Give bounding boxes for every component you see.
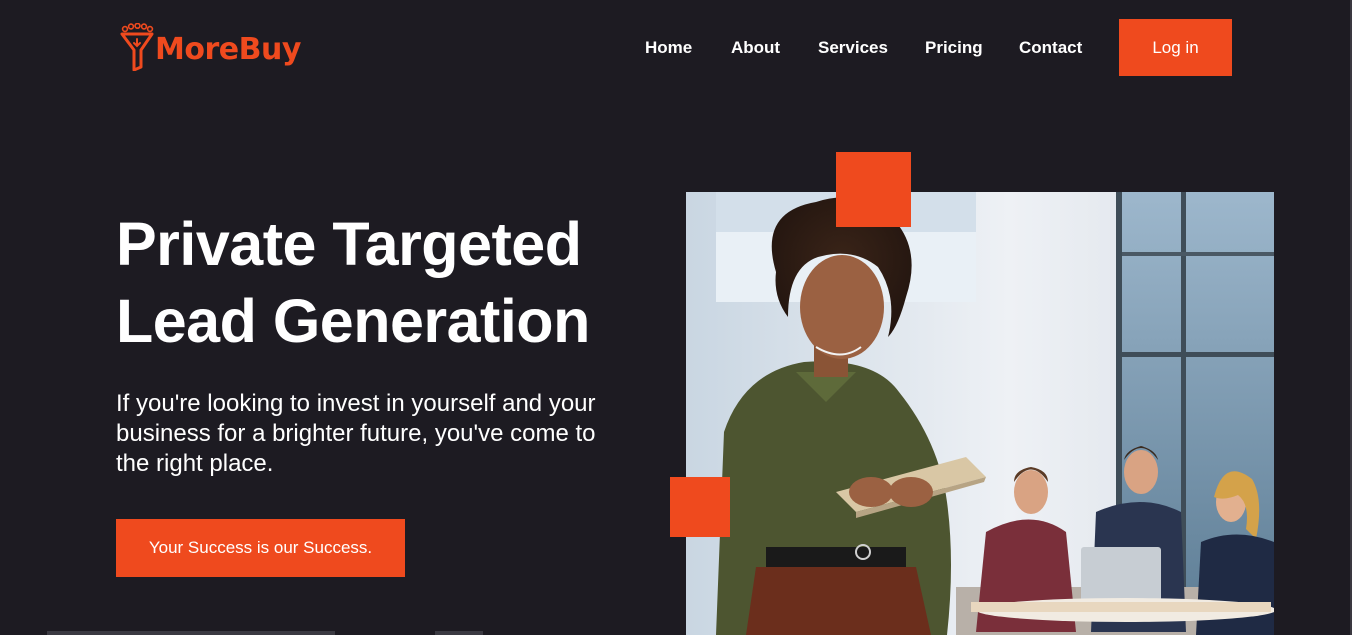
- accent-square-left: [670, 477, 730, 537]
- nav-item-contact[interactable]: Contact: [1019, 38, 1082, 58]
- funnel-logo-icon: [120, 23, 154, 71]
- accent-square-top: [836, 152, 911, 227]
- hero-subtitle-line-1: If you're looking to invest in yourself …: [116, 390, 596, 417]
- nav-item-about[interactable]: About: [731, 38, 780, 58]
- bottom-strip-right: [435, 631, 483, 635]
- hero-title-line-1: Private Targeted: [116, 210, 582, 278]
- cta-button[interactable]: Your Success is our Success.: [116, 519, 405, 577]
- woman-with-tablet-photo: [686, 192, 1274, 635]
- nav-item-services[interactable]: Services: [818, 38, 888, 58]
- hero-subtitle: If you're looking to invest in yourself …: [116, 389, 656, 479]
- hero-title: Private Targeted Lead Generation: [116, 206, 590, 360]
- nav-item-home[interactable]: Home: [645, 38, 692, 58]
- hero-subtitle-line-2: business for a brighter future, you've c…: [116, 420, 596, 447]
- brand-name: MoreBuy: [155, 31, 301, 67]
- bottom-strip-left: [47, 631, 335, 635]
- brand-logo[interactable]: MoreBuy: [120, 23, 301, 71]
- nav-item-pricing[interactable]: Pricing: [925, 38, 983, 58]
- hero-subtitle-line-3: the right place.: [116, 450, 274, 477]
- hero-title-line-2: Lead Generation: [116, 287, 590, 355]
- login-button[interactable]: Log in: [1119, 19, 1232, 76]
